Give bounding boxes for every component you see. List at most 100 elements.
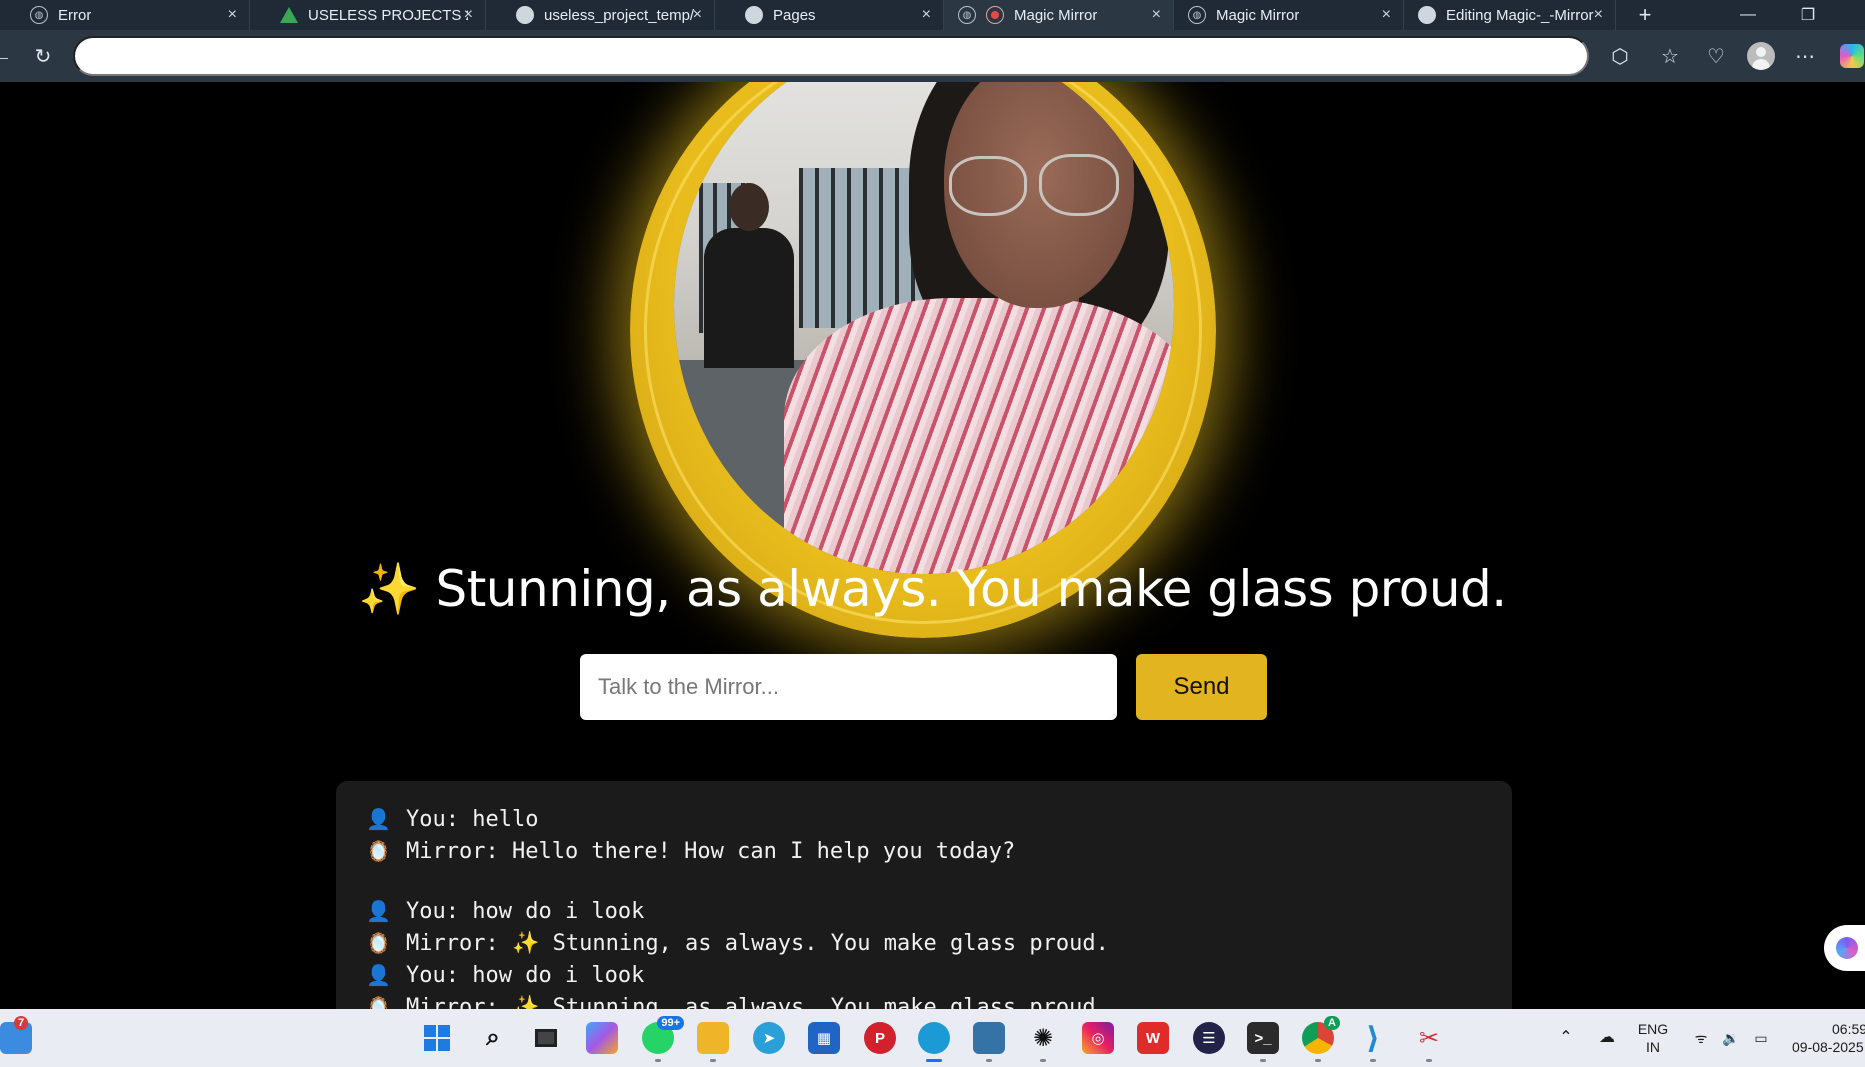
chrome-profile-badge: A	[1324, 1016, 1340, 1030]
snipping-tool-icon[interactable]: ✂	[1413, 1022, 1445, 1062]
battery-icon[interactable]: ▭	[1746, 1009, 1776, 1067]
terminal-icon[interactable]: >_	[1247, 1022, 1279, 1062]
wifi-icon[interactable]: ᯤ	[1686, 1009, 1716, 1067]
vscode-icon[interactable]: ⟩	[1357, 1022, 1389, 1062]
send-button[interactable]: Send	[1136, 654, 1267, 720]
widgets-icon[interactable]: 7	[0, 1016, 32, 1054]
chatgpt-icon[interactable]: ✺	[1027, 1022, 1059, 1062]
chat-line-user: 👤 You: how do i look	[366, 959, 1482, 991]
mirror-icon: 🪞	[366, 995, 391, 1009]
chat-text: Mirror: Hello there! How can I help you …	[406, 838, 1016, 864]
mirror-reply-text: Stunning, as always. You make glass prou…	[435, 560, 1507, 618]
user-icon: 👤	[366, 963, 391, 987]
clock[interactable]: 06:59 09-08-2025	[1786, 1009, 1865, 1067]
mirror-icon: 🪞	[366, 931, 391, 955]
language-code: ENG	[1637, 1021, 1669, 1037]
tab-close-icon[interactable]: ×	[464, 6, 473, 24]
tab-close-icon[interactable]: ×	[1594, 6, 1603, 24]
conversation-log[interactable]: 👤 You: hello 🪞 Mirror: Hello there! How …	[336, 781, 1512, 1009]
user-icon: 👤	[366, 807, 391, 831]
tab-magic-mirror-active[interactable]: ◍ Magic Mirror ×	[944, 0, 1174, 30]
clock-date: 09-08-2025	[1792, 1039, 1864, 1055]
copilot-icon[interactable]	[1838, 42, 1865, 70]
tab-title: Magic Mirror	[1014, 6, 1098, 24]
mirror-reply: ✨ Stunning, as always. You make glass pr…	[0, 560, 1865, 619]
github-icon	[745, 6, 763, 24]
browser-tab-strip: ◍ Error × USELESS PROJECTS 2.0 × useless…	[0, 0, 1865, 30]
globe-icon: ◍	[30, 6, 48, 24]
file-explorer-icon[interactable]	[697, 1022, 729, 1062]
python-icon[interactable]	[973, 1022, 1005, 1062]
tab-title: Magic Mirror	[1216, 6, 1300, 24]
tab-close-icon[interactable]: ×	[693, 6, 702, 24]
magic-mirror-page: ✨ Stunning, as always. You make glass pr…	[0, 82, 1865, 1009]
search-icon[interactable]: ⌕	[477, 1022, 509, 1054]
tab-close-icon[interactable]: ×	[1382, 6, 1391, 24]
globe-icon: ◍	[1188, 6, 1206, 24]
extensions-icon[interactable]: ⬡	[1606, 42, 1634, 70]
chat-text: You: hello	[406, 806, 539, 832]
language-indicator[interactable]: ENG IN	[1630, 1009, 1676, 1067]
tab-useless-project-temp[interactable]: useless_project_temp/F ×	[486, 0, 715, 30]
tab-close-icon[interactable]: ×	[922, 6, 931, 24]
chat-text: You: how do i look	[406, 898, 645, 924]
restore-button[interactable]: ❐	[1780, 0, 1836, 30]
user-icon: 👤	[366, 899, 391, 923]
assistant-icon	[1836, 937, 1858, 959]
chat-line-mirror: 🪞 Mirror: ✨ Stunning, as always. You mak…	[366, 991, 1482, 1010]
favorites-icon[interactable]: ☆	[1656, 42, 1684, 70]
whatsapp-badge: 99+	[657, 1016, 684, 1030]
more-menu-icon[interactable]: ⋯	[1791, 42, 1819, 70]
tab-close-icon[interactable]: ×	[1152, 6, 1161, 24]
telegram-icon[interactable]: ➤	[753, 1022, 785, 1054]
globe-icon: ◍	[958, 6, 976, 24]
minimize-button[interactable]: —	[1720, 0, 1776, 30]
tab-pages[interactable]: Pages ×	[715, 0, 944, 30]
chat-text: You: how do i look	[406, 962, 645, 988]
copilot-taskbar-icon[interactable]	[586, 1022, 618, 1054]
floating-assistant-widget[interactable]	[1824, 925, 1865, 971]
browser-toolbar: ← ↻ ⬡ ☆ ♡ ⋯	[0, 30, 1865, 82]
tab-editing-magic-mirror[interactable]: Editing Magic-_-Mirror ×	[1404, 0, 1616, 30]
widgets-badge: 7	[14, 1016, 29, 1030]
whatsapp-icon[interactable]: 99+	[642, 1016, 684, 1062]
chat-line-user: 👤 You: hello	[366, 803, 1482, 835]
eclipse-icon[interactable]: ☰	[1193, 1022, 1225, 1054]
talk-to-mirror-input[interactable]	[580, 654, 1117, 720]
chat-line-mirror: 🪞 Mirror: ✨ Stunning, as always. You mak…	[366, 927, 1482, 959]
instagram-icon[interactable]: ◎	[1082, 1022, 1114, 1054]
chat-text: Mirror: ✨ Stunning, as always. You make …	[406, 994, 1109, 1010]
mirror-icon: 🪞	[366, 839, 391, 863]
tab-close-icon[interactable]: ×	[228, 6, 237, 24]
tab-title: useless_project_temp/F	[544, 6, 694, 24]
chrome-icon[interactable]: A	[1302, 1016, 1340, 1062]
edge-browser-icon[interactable]	[918, 1022, 950, 1062]
tab-title: USELESS PROJECTS 2.0	[308, 6, 468, 24]
github-icon	[1418, 6, 1436, 24]
wps-office-icon[interactable]: W	[1137, 1022, 1169, 1054]
new-tab-button[interactable]: +	[1618, 0, 1672, 30]
reload-icon[interactable]: ↻	[29, 42, 57, 70]
tab-useless-projects[interactable]: USELESS PROJECTS 2.0 ×	[250, 0, 486, 30]
chat-spacer	[366, 867, 1482, 895]
volume-icon[interactable]: 🔉	[1716, 1009, 1746, 1067]
microsoft-store-icon[interactable]: ▦	[808, 1022, 840, 1054]
github-icon	[516, 6, 534, 24]
tab-title: Editing Magic-_-Mirror	[1446, 6, 1594, 24]
pinterest-icon[interactable]: P	[864, 1022, 896, 1054]
tab-error[interactable]: ◍ Error ×	[0, 0, 250, 30]
start-button[interactable]	[421, 1022, 453, 1054]
address-bar[interactable]	[73, 36, 1589, 76]
tab-magic-mirror[interactable]: ◍ Magic Mirror ×	[1174, 0, 1404, 30]
show-hidden-icons[interactable]: ⌃	[1552, 1009, 1580, 1067]
clock-time: 06:59	[1832, 1021, 1865, 1037]
task-view-icon[interactable]	[530, 1022, 562, 1054]
google-drive-icon	[280, 7, 298, 23]
onedrive-icon[interactable]: ☁	[1592, 1009, 1622, 1067]
windows-taskbar: 7 ⌕ 99+ ➤ ▦ P ✺ ◎ W ☰ >_ A ⟩ ✂ ⌃ ☁ ENG I…	[0, 1009, 1865, 1067]
back-arrow-icon[interactable]: ←	[0, 42, 16, 70]
tab-title: Pages	[773, 6, 816, 24]
profile-avatar[interactable]	[1747, 42, 1775, 70]
chat-line-user: 👤 You: how do i look	[366, 895, 1482, 927]
browser-essentials-icon[interactable]: ♡	[1702, 42, 1730, 70]
